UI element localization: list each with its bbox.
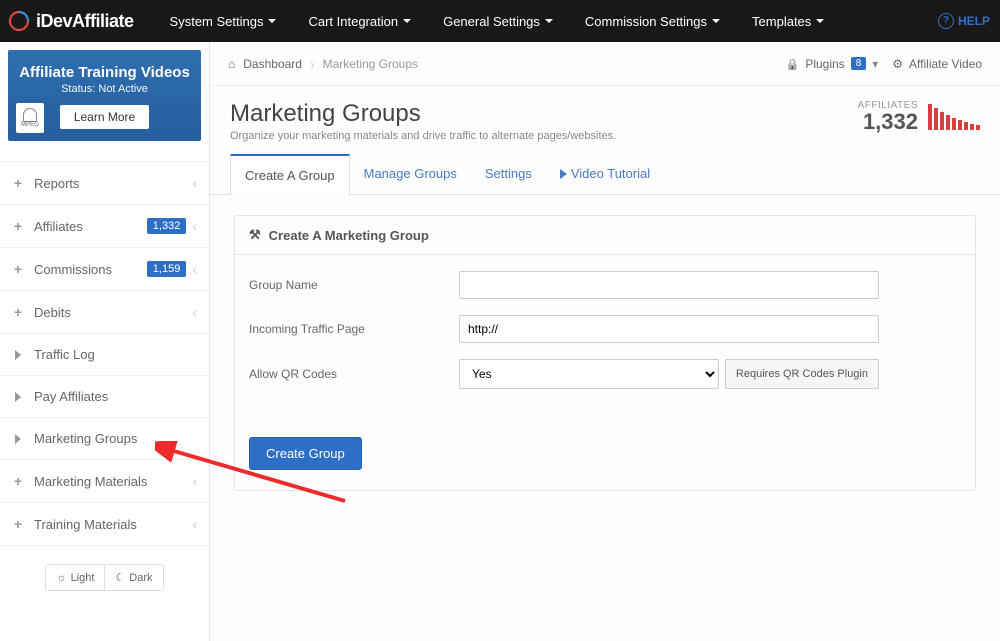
tab-manage-groups[interactable]: Manage Groups <box>350 154 471 194</box>
sidebar-item-marketing-materials[interactable]: Marketing Materials‹ <box>0 460 209 502</box>
breadcrumb-bar: ⌂ Dashboard › Marketing Groups Plugins 8… <box>210 42 1000 86</box>
chevron-left-icon: ‹ <box>192 473 197 489</box>
learn-more-button[interactable]: Learn More <box>60 105 149 129</box>
chevron-left-icon: ‹ <box>192 516 197 532</box>
sidebar-item-debits[interactable]: Debits‹ <box>0 291 209 333</box>
group-name-input[interactable] <box>459 271 879 299</box>
qr-codes-label: Allow QR Codes <box>249 367 459 381</box>
sidebar-item-traffic-log[interactable]: Traffic Log <box>0 334 209 375</box>
page-subtitle: Organize your marketing materials and dr… <box>230 130 616 142</box>
traffic-page-label: Incoming Traffic Page <box>249 322 459 336</box>
chevron-left-icon: ‹ <box>192 218 197 234</box>
qr-codes-select[interactable]: Yes <box>459 359 719 389</box>
page-title: Marketing Groups <box>230 100 616 128</box>
breadcrumb-current: Marketing Groups <box>323 57 418 71</box>
caret-down-icon: ▾ <box>872 57 878 71</box>
panel-heading: ⚒ Create A Marketing Group <box>235 216 975 255</box>
top-menu-templates[interactable]: Templates <box>736 0 840 42</box>
promo-title: Affiliate Training Videos <box>18 64 191 81</box>
caret-down-icon <box>403 19 411 23</box>
home-icon: ⌂ <box>228 57 235 71</box>
chevron-left-icon: ‹ <box>192 175 197 191</box>
affiliates-count: 1,332 <box>863 109 918 134</box>
mpeg-icon: MPEG <box>16 103 44 133</box>
sidebar-item-reports[interactable]: Reports‹ <box>0 162 209 204</box>
tabs: Create A Group Manage Groups Settings Vi… <box>210 154 1000 195</box>
help-link[interactable]: HELP <box>938 13 990 29</box>
lock-icon <box>786 57 800 71</box>
create-group-panel: ⚒ Create A Marketing Group Group Name In… <box>234 215 976 491</box>
top-menu-general-settings[interactable]: General Settings <box>427 0 569 42</box>
plus-icon <box>12 518 24 530</box>
sidebar-nav: Reports‹ Affiliates1,332‹ Commissions1,1… <box>0 161 209 546</box>
main-content: ⌂ Dashboard › Marketing Groups Plugins 8… <box>210 42 1000 641</box>
sidebar-item-pay-affiliates[interactable]: Pay Affiliates <box>0 376 209 417</box>
breadcrumb-home[interactable]: Dashboard <box>243 57 302 71</box>
create-group-button[interactable]: Create Group <box>249 437 362 470</box>
top-menu: System Settings Cart Integration General… <box>154 0 938 42</box>
plus-icon <box>12 220 24 232</box>
theme-dark-button[interactable]: ☾Dark <box>104 565 162 590</box>
sidebar-item-training-materials[interactable]: Training Materials‹ <box>0 503 209 545</box>
badge: 1,332 <box>147 218 187 234</box>
play-icon <box>560 166 571 181</box>
sidebar-item-commissions[interactable]: Commissions1,159‹ <box>0 248 209 290</box>
arrow-right-icon <box>12 391 24 403</box>
caret-down-icon <box>268 19 276 23</box>
plus-icon <box>12 263 24 275</box>
theme-toggle: ☼Light ☾Dark <box>45 564 163 591</box>
affiliate-video-link[interactable]: Affiliate Video <box>892 57 982 71</box>
arrow-right-icon <box>12 433 24 445</box>
logo-icon <box>8 10 30 32</box>
plus-icon <box>12 475 24 487</box>
top-navbar: iDevAffiliate System Settings Cart Integ… <box>0 0 1000 42</box>
traffic-page-input[interactable] <box>459 315 879 343</box>
moon-icon: ☾ <box>115 571 125 584</box>
promo-card: MPEG Affiliate Training Videos Status: N… <box>8 50 201 141</box>
arrow-right-icon <box>12 349 24 361</box>
tab-settings[interactable]: Settings <box>471 154 546 194</box>
requires-qr-plugin-button[interactable]: Requires QR Codes Plugin <box>725 359 879 389</box>
sitemap-icon: ⚒ <box>249 227 261 243</box>
caret-down-icon <box>712 19 720 23</box>
plus-icon <box>12 177 24 189</box>
plugins-count-badge: 8 <box>851 57 867 70</box>
top-menu-system-settings[interactable]: System Settings <box>154 0 293 42</box>
chevron-left-icon: ‹ <box>192 304 197 320</box>
page-header: Marketing Groups Organize your marketing… <box>210 86 1000 154</box>
sidebar-item-marketing-groups[interactable]: Marketing Groups <box>0 418 209 459</box>
chevron-left-icon: ‹ <box>192 261 197 277</box>
gear-icon <box>892 57 903 71</box>
tab-create-group[interactable]: Create A Group <box>230 154 350 195</box>
top-menu-commission-settings[interactable]: Commission Settings <box>569 0 736 42</box>
brand-name: iDevAffiliate <box>36 11 134 32</box>
caret-down-icon <box>545 19 553 23</box>
top-menu-cart-integration[interactable]: Cart Integration <box>292 0 427 42</box>
theme-light-button[interactable]: ☼Light <box>46 565 104 590</box>
sidebar-item-affiliates[interactable]: Affiliates1,332‹ <box>0 205 209 247</box>
sun-icon: ☼ <box>56 572 66 584</box>
group-name-label: Group Name <box>249 278 459 292</box>
plugins-link[interactable]: Plugins 8 ▾ <box>786 57 879 71</box>
tab-video-tutorial[interactable]: Video Tutorial <box>546 154 664 194</box>
sidebar: MPEG Affiliate Training Videos Status: N… <box>0 42 210 641</box>
brand-logo[interactable]: iDevAffiliate <box>8 10 134 32</box>
sparkline-chart <box>928 104 980 130</box>
promo-status: Status: Not Active <box>18 83 191 95</box>
badge: 1,159 <box>147 261 187 277</box>
plus-icon <box>12 306 24 318</box>
caret-down-icon <box>816 19 824 23</box>
